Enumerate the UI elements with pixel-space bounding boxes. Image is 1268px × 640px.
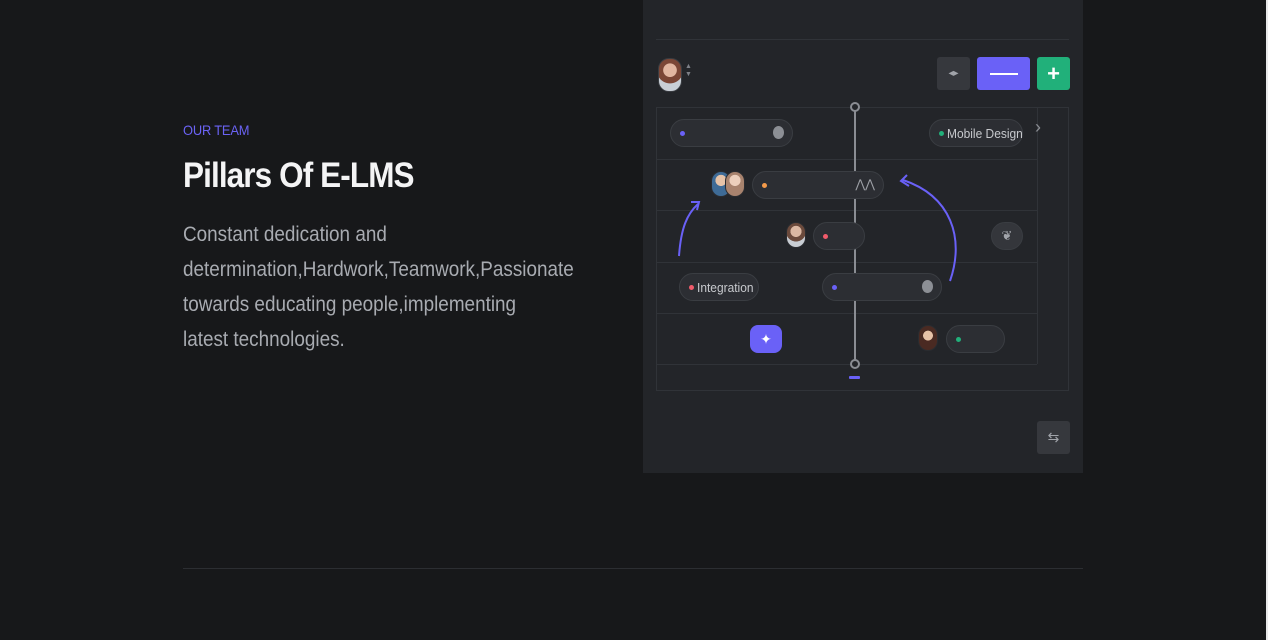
dependency-arrow-left: [678, 203, 699, 257]
timeline-mockup: ▲ ▼ ◂▸ + › Mobile Design ⋀⋀ ❦ Integration: [643, 0, 1083, 473]
dependency-arrows: [678, 174, 957, 282]
section-description: Constant dedication and determination,Ha…: [183, 223, 574, 351]
dependency-arrow-right: [902, 179, 957, 282]
section-title: Pillars Of E-LMS: [183, 156, 415, 195]
section-divider: [183, 568, 1083, 569]
section-eyebrow: OUR TEAM: [183, 122, 250, 138]
